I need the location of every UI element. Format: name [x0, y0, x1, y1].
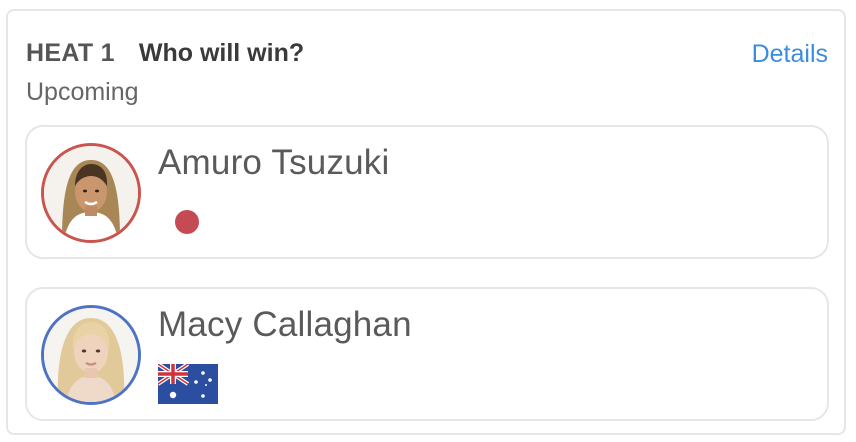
details-link[interactable]: Details	[752, 40, 828, 69]
heat-label: HEAT 1	[26, 39, 115, 67]
competitor-option-1[interactable]: Amuro Tsuzuki	[25, 125, 829, 259]
avatar	[41, 305, 141, 405]
australia-flag-icon	[158, 364, 218, 404]
athlete-photo-icon	[44, 146, 138, 240]
competitor-name: Macy Callaghan	[158, 305, 412, 344]
athlete-photo-icon	[44, 308, 138, 402]
avatar	[41, 143, 141, 243]
heat-header: HEAT 1 Who will win?	[26, 39, 304, 68]
competitor-name: Amuro Tsuzuki	[158, 143, 390, 182]
competitor-option-2[interactable]: Macy Callaghan	[25, 287, 829, 421]
heat-question: Who will win?	[138, 39, 305, 67]
heat-card: HEAT 1 Who will win? Details Upcoming Am…	[6, 9, 846, 435]
heat-status: Upcoming	[26, 78, 139, 106]
japan-flag-icon	[175, 210, 199, 234]
